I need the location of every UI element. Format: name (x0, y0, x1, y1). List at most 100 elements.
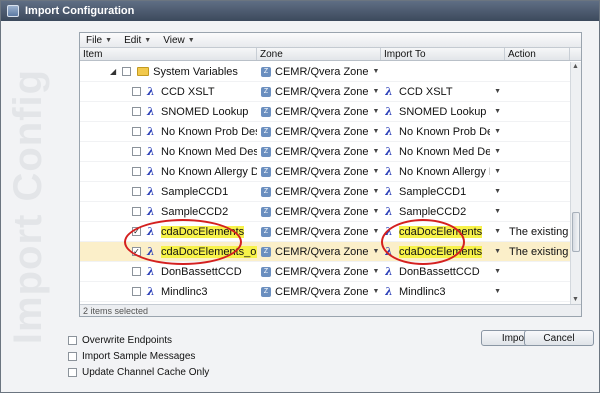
zone-select[interactable]: Z CEMR/Qvera Zone ▼ (261, 186, 379, 198)
import-to-cell: λ cdaDocElements ▼ (381, 222, 505, 242)
table-row[interactable]: λ No Known Allergy Descriptic Z CEMR/Qvera … (80, 162, 570, 182)
zone-select[interactable]: Z CEMR/Qvera Zone ▼ (261, 146, 379, 158)
zone-select[interactable]: Z CEMR/Qvera Zone ▼ (261, 126, 379, 138)
table-row[interactable]: ✓ λ cdaDocElements_old Z CEMR/Qvera Zone ▼ λ cd… (80, 242, 570, 262)
zone-cell: Z CEMR/Qvera Zone▼ (257, 182, 381, 202)
table-row[interactable]: λ SNOMED Lookup Z CEMR/Qvera Zone ▼ λ SNOMED L… (80, 102, 570, 122)
zone-icon: Z (261, 206, 271, 217)
column-header-import-to[interactable]: Import To (381, 48, 505, 60)
item-label: No Known Med Descriptions (161, 145, 257, 158)
import-to-select[interactable]: λ No Known Allergy Descri ▼ (385, 165, 501, 178)
row-checkbox[interactable] (132, 147, 141, 156)
import-to-select[interactable]: λ No Known Med Descriptic▼ (385, 145, 501, 158)
option-import-sample-messages[interactable]: Import Sample Messages (68, 349, 209, 364)
row-checkbox[interactable] (132, 107, 141, 116)
import-to-cell: λ SNOMED Lookup ▼ (381, 102, 505, 122)
column-header-item[interactable]: Item (80, 48, 257, 60)
cancel-button[interactable]: Cancel (524, 330, 594, 346)
item-label: SampleCCD2 (161, 205, 229, 218)
row-checkbox[interactable] (132, 207, 141, 216)
table-row[interactable]: λ CCD XSLT Z CEMR/Qvera Zone ▼ λ CCD XSLT ▼ (80, 82, 570, 102)
zone-select[interactable]: Z CEMR/Qvera Zone ▼ (261, 285, 379, 298)
zone-value: CEMR/Qvera Zone (275, 285, 369, 298)
menu-file[interactable]: File ▼ (86, 35, 112, 46)
import-to-select[interactable]: λ DonBassettCCD ▼ (385, 265, 501, 278)
chevron-down-icon: ▼ (372, 168, 380, 175)
import-to-cell: λ Mindlinc3 ▼ (381, 282, 505, 302)
import-to-select[interactable]: λ Mindlinc3 ▼ (385, 285, 501, 298)
table-row[interactable]: λ No Known Med Descriptions Z CEMR/Qvera Zo… (80, 142, 570, 162)
lambda-icon: λ (385, 205, 393, 218)
column-header-action[interactable]: Action (505, 48, 570, 60)
column-header-zone[interactable]: Zone (257, 48, 381, 60)
scroll-down-icon[interactable]: ▼ (572, 296, 579, 303)
row-checkbox[interactable] (132, 287, 141, 296)
zone-value: CEMR/Qvera Zone (275, 245, 369, 258)
item-cell: λ No Known Med Descriptions (80, 142, 257, 162)
import-to-select[interactable]: λ cdaDocElements ▼ (385, 225, 501, 238)
update-channel-cache-checkbox[interactable] (68, 368, 77, 377)
menu-bar: File ▼ Edit ▼ View ▼ (80, 33, 581, 48)
scrollbar-thumb[interactable] (572, 212, 580, 252)
table-row[interactable]: ✓ λ cdaDocElements Z CEMR/Qvera Zone ▼ λ cdaDoc… (80, 222, 570, 242)
option-label: Overwrite Endpoints (82, 335, 173, 346)
overwrite-endpoints-checkbox[interactable] (68, 336, 77, 345)
table-row[interactable]: λ DonBassettCCD Z CEMR/Qvera Zone ▼ λ DonBasse… (80, 262, 570, 282)
zone-select[interactable]: Z CEMR/Qvera Zone ▼ (261, 245, 379, 258)
title-bar[interactable]: Import Configuration (1, 1, 599, 21)
lambda-icon: λ (147, 125, 155, 138)
row-checkbox[interactable] (132, 127, 141, 136)
scroll-up-icon[interactable]: ▲ (572, 63, 579, 70)
selection-status: 2 items selected (80, 304, 581, 316)
import-to-select[interactable]: λ No Known Prob Descripti ▼ (385, 125, 501, 138)
table-row[interactable]: λ Mindlinc3 Z CEMR/Qvera Zone ▼ λ Mindlinc3 ▼ (80, 282, 570, 302)
option-update-channel-cache[interactable]: Update Channel Cache Only (68, 365, 209, 380)
import-to-cell: λ DonBassettCCD ▼ (381, 262, 505, 282)
zone-value: CEMR/Qvera Zone (275, 65, 369, 78)
import-to-select[interactable]: λ SampleCCD2 ▼ (385, 205, 501, 218)
table-row[interactable]: ◢ System Variables Z CEMR/Qvera Zone ▼ (80, 62, 570, 82)
zone-select[interactable]: Z CEMR/Qvera Zone ▼ (261, 166, 379, 178)
item-cell: λ CCD XSLT (80, 82, 257, 102)
expand-icon[interactable]: ◢ (110, 67, 116, 76)
action-cell (505, 202, 570, 222)
row-checkbox[interactable] (122, 67, 132, 76)
zone-select[interactable]: Z CEMR/Qvera Zone ▼ (261, 106, 379, 118)
chevron-down-icon: ▼ (494, 148, 501, 155)
zone-select[interactable]: Z CEMR/Qvera Zone ▼ (261, 266, 379, 278)
table-row[interactable]: λ SampleCCD1 Z CEMR/Qvera Zone ▼ λ SampleCCD1 ▼ (80, 182, 570, 202)
row-checkbox[interactable] (132, 267, 141, 276)
zone-icon: Z (261, 146, 271, 157)
row-checkbox[interactable] (132, 167, 141, 176)
chevron-down-icon: ▼ (372, 68, 380, 75)
menu-edit[interactable]: Edit ▼ (124, 35, 151, 46)
lambda-icon: λ (147, 205, 155, 218)
action-cell (505, 62, 570, 82)
zone-value: CEMR/Qvera Zone (275, 85, 369, 98)
import-to-select[interactable]: λ SampleCCD1 ▼ (385, 185, 501, 198)
import-to-select[interactable]: λ cdaDocElements ▼ (385, 245, 501, 258)
row-checkbox[interactable] (132, 87, 141, 96)
row-checkbox[interactable]: ✓ (132, 247, 141, 256)
chevron-down-icon: ▼ (144, 36, 152, 44)
import-to-value: CCD XSLT (399, 85, 453, 98)
row-checkbox[interactable]: ✓ (132, 227, 141, 236)
lambda-icon: λ (385, 165, 393, 178)
option-overwrite-endpoints[interactable]: Overwrite Endpoints (68, 333, 209, 348)
zone-select[interactable]: Z CEMR/Qvera Zone ▼ (261, 85, 379, 98)
table-row[interactable]: λ SampleCCD2 Z CEMR/Qvera Zone ▼ λ SampleCCD2 ▼ (80, 202, 570, 222)
import-to-select[interactable]: λ CCD XSLT ▼ (385, 85, 501, 98)
chevron-down-icon: ▼ (372, 108, 380, 115)
import-sample-messages-checkbox[interactable] (68, 352, 77, 361)
zone-select[interactable]: Z CEMR/Qvera Zone ▼ (261, 65, 379, 78)
zone-icon: Z (261, 246, 271, 257)
import-to-select[interactable]: λ SNOMED Lookup ▼ (385, 105, 501, 118)
zone-select[interactable]: Z CEMR/Qvera Zone ▼ (261, 226, 379, 238)
table-row[interactable]: λ No Known Prob Descriptions Z CEMR/Qvera Z… (80, 122, 570, 142)
row-checkbox[interactable] (132, 187, 141, 196)
zone-cell: Z CEMR/Qvera Zone▼ (257, 102, 381, 122)
zone-select[interactable]: Z CEMR/Qvera Zone ▼ (261, 206, 379, 218)
vertical-scrollbar[interactable]: ▲ ▼ (570, 62, 581, 304)
lambda-icon: λ (147, 145, 155, 158)
menu-view[interactable]: View ▼ (163, 35, 194, 46)
